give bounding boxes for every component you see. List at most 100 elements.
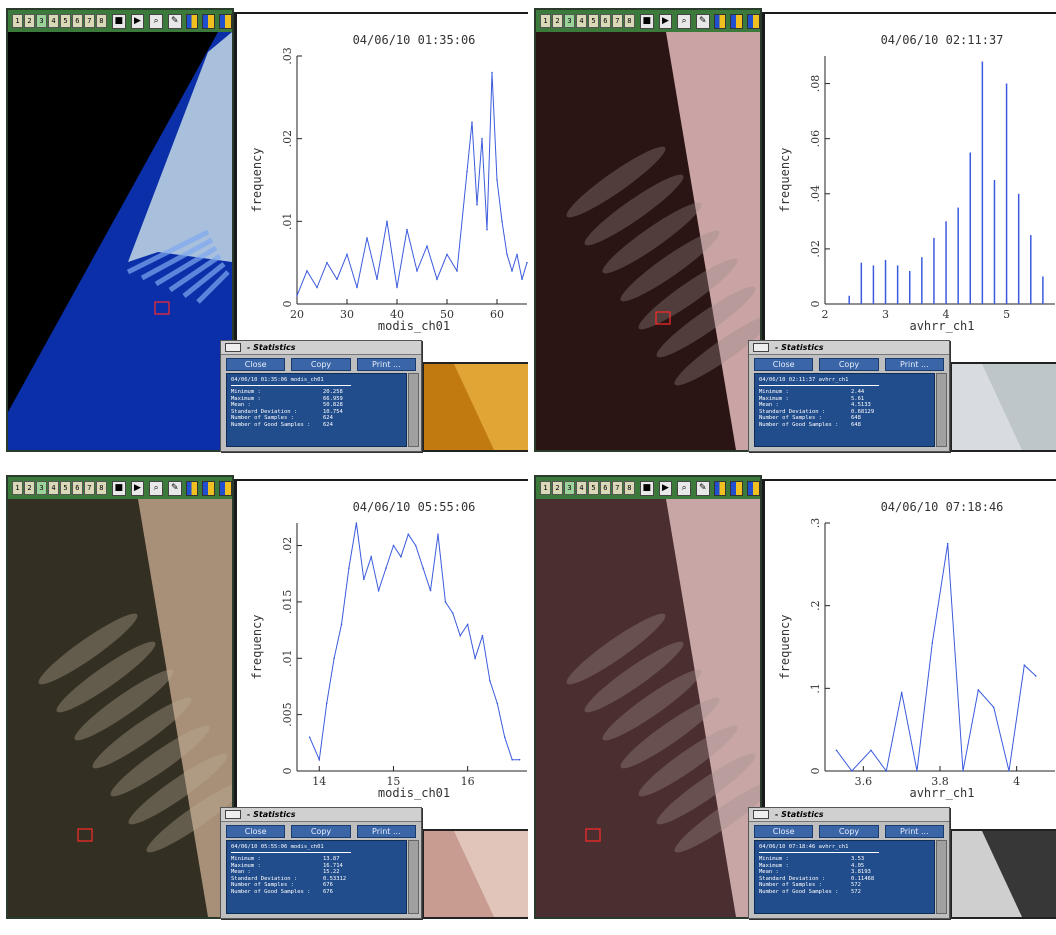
close-button[interactable]: Close — [226, 358, 286, 371]
frame-button[interactable]: 8 — [623, 14, 635, 28]
frame-button[interactable]: 4 — [47, 14, 59, 28]
frame-button[interactable]: 5 — [587, 14, 599, 28]
histogram-point — [900, 691, 903, 694]
frame-button[interactable]: 1 — [12, 14, 23, 28]
flag-icon[interactable] — [747, 13, 760, 29]
copy-button[interactable]: Copy — [819, 358, 879, 371]
frame-button[interactable]: 2 — [23, 481, 35, 495]
frame-button[interactable]: 3 — [563, 14, 575, 28]
thumbnail-image[interactable] — [422, 829, 528, 919]
frame-button[interactable]: 3 — [35, 14, 47, 28]
play-icon[interactable]: ▶ — [658, 13, 673, 29]
frame-button[interactable]: 6 — [599, 481, 611, 495]
flag-icon[interactable] — [219, 480, 232, 496]
zoom-icon[interactable]: ⌕ — [149, 13, 163, 29]
flag-icon[interactable] — [730, 480, 744, 496]
flag-icon[interactable] — [713, 480, 727, 496]
minimize-icon[interactable] — [753, 810, 769, 819]
stop-icon[interactable]: ■ — [111, 13, 126, 29]
minimize-icon[interactable] — [225, 343, 241, 352]
satellite-image[interactable] — [8, 499, 232, 917]
scrollbar[interactable] — [408, 373, 419, 447]
zoom-icon[interactable]: ⌕ — [677, 480, 691, 496]
thumbnail-image[interactable] — [422, 362, 528, 452]
thumbnail-image[interactable] — [950, 362, 1056, 452]
print-button[interactable]: Print ... — [356, 358, 416, 371]
print-button[interactable]: Print ... — [884, 358, 944, 371]
frame-button[interactable]: 3 — [35, 481, 47, 495]
frame-button[interactable]: 1 — [12, 481, 23, 495]
histogram-point — [1008, 770, 1010, 772]
flag-icon[interactable] — [202, 13, 216, 29]
frame-button[interactable]: 4 — [47, 481, 59, 495]
satellite-image[interactable] — [536, 32, 760, 450]
frame-button[interactable]: 2 — [551, 14, 563, 28]
frame-button[interactable]: 6 — [71, 14, 83, 28]
print-button[interactable]: Print ... — [356, 825, 416, 838]
flag-icon[interactable] — [185, 480, 199, 496]
copy-button[interactable]: Copy — [291, 825, 351, 838]
frame-button[interactable]: 3 — [563, 481, 575, 495]
satellite-image[interactable] — [8, 32, 232, 450]
frame-button[interactable]: 5 — [59, 481, 71, 495]
stop-icon[interactable]: ■ — [111, 480, 126, 496]
print-button[interactable]: Print ... — [884, 825, 944, 838]
frame-button[interactable]: 2 — [551, 481, 563, 495]
statistics-output[interactable]: 04/06/10 01:35:06 modis_ch01 Minimum :20.… — [226, 373, 407, 447]
satellite-image[interactable] — [536, 499, 760, 917]
histogram-point — [476, 204, 478, 206]
flag-icon[interactable] — [730, 13, 744, 29]
frame-button[interactable]: 4 — [575, 14, 587, 28]
close-button[interactable]: Close — [754, 358, 814, 371]
frame-button[interactable]: 7 — [83, 481, 95, 495]
statistics-output[interactable]: 04/06/10 07:18:46 avhrr_ch1 Minimum :3.53… — [754, 840, 935, 914]
flag-icon[interactable] — [202, 480, 216, 496]
frame-button[interactable]: 5 — [587, 481, 599, 495]
flag-icon[interactable] — [185, 13, 199, 29]
flag-icon[interactable] — [219, 13, 232, 29]
frame-button[interactable]: 2 — [23, 14, 35, 28]
statistics-output[interactable]: 04/06/10 05:55:06 modis_ch01 Minimum :13.… — [226, 840, 407, 914]
frame-button[interactable]: 4 — [575, 481, 587, 495]
histogram-point — [356, 286, 358, 289]
frame-button[interactable]: 7 — [611, 14, 623, 28]
frame-button[interactable]: 6 — [71, 481, 83, 495]
close-button[interactable]: Close — [754, 825, 814, 838]
frame-button[interactable]: 6 — [599, 14, 611, 28]
copy-button[interactable]: Copy — [819, 825, 879, 838]
scrollbar[interactable] — [408, 840, 419, 914]
frame-button[interactable]: 8 — [623, 481, 635, 495]
play-icon[interactable]: ▶ — [130, 480, 145, 496]
zoom-icon[interactable]: ⌕ — [677, 13, 691, 29]
close-button[interactable]: Close — [226, 825, 286, 838]
thumbnail-image[interactable] — [950, 829, 1056, 919]
frame-button[interactable]: 8 — [95, 481, 107, 495]
flag-icon[interactable] — [713, 13, 727, 29]
zoom-icon[interactable]: ⌕ — [149, 480, 163, 496]
scrollbar[interactable] — [936, 373, 947, 447]
minimize-icon[interactable] — [225, 810, 241, 819]
stop-icon[interactable]: ■ — [639, 13, 654, 29]
copy-button[interactable]: Copy — [291, 358, 351, 371]
tool-icon[interactable]: ✎ — [167, 13, 182, 29]
tool-icon[interactable]: ✎ — [695, 13, 710, 29]
frame-button[interactable]: 8 — [95, 14, 107, 28]
frame-button[interactable]: 7 — [83, 14, 95, 28]
flag-icon[interactable] — [747, 480, 760, 496]
tool-icon[interactable]: ✎ — [167, 480, 182, 496]
play-icon[interactable]: ▶ — [130, 13, 145, 29]
stop-icon[interactable]: ■ — [639, 480, 654, 496]
frame-button[interactable]: 1 — [540, 14, 551, 28]
scrollbar[interactable] — [936, 840, 947, 914]
statistics-output[interactable]: 04/06/10 02:11:37 avhrr_ch1 Minimum :2.44… — [754, 373, 935, 447]
frame-button[interactable]: 7 — [611, 481, 623, 495]
frame-button[interactable]: 1 — [540, 481, 551, 495]
histogram-window: 04/06/10 01:35:06 20 30 40 50 60 0.01.02.03 mod… — [234, 12, 528, 374]
frame-button[interactable]: 5 — [59, 14, 71, 28]
play-icon[interactable]: ▶ — [658, 480, 673, 496]
histogram-point — [885, 770, 888, 772]
minimize-icon[interactable] — [753, 343, 769, 352]
tool-icon[interactable]: ✎ — [695, 480, 710, 496]
statistics-dialog: - Statistics Close Copy Print ... 04/06/10 0… — [748, 807, 950, 919]
statistics-header: 04/06/10 01:35:06 modis_ch01 — [231, 377, 324, 383]
